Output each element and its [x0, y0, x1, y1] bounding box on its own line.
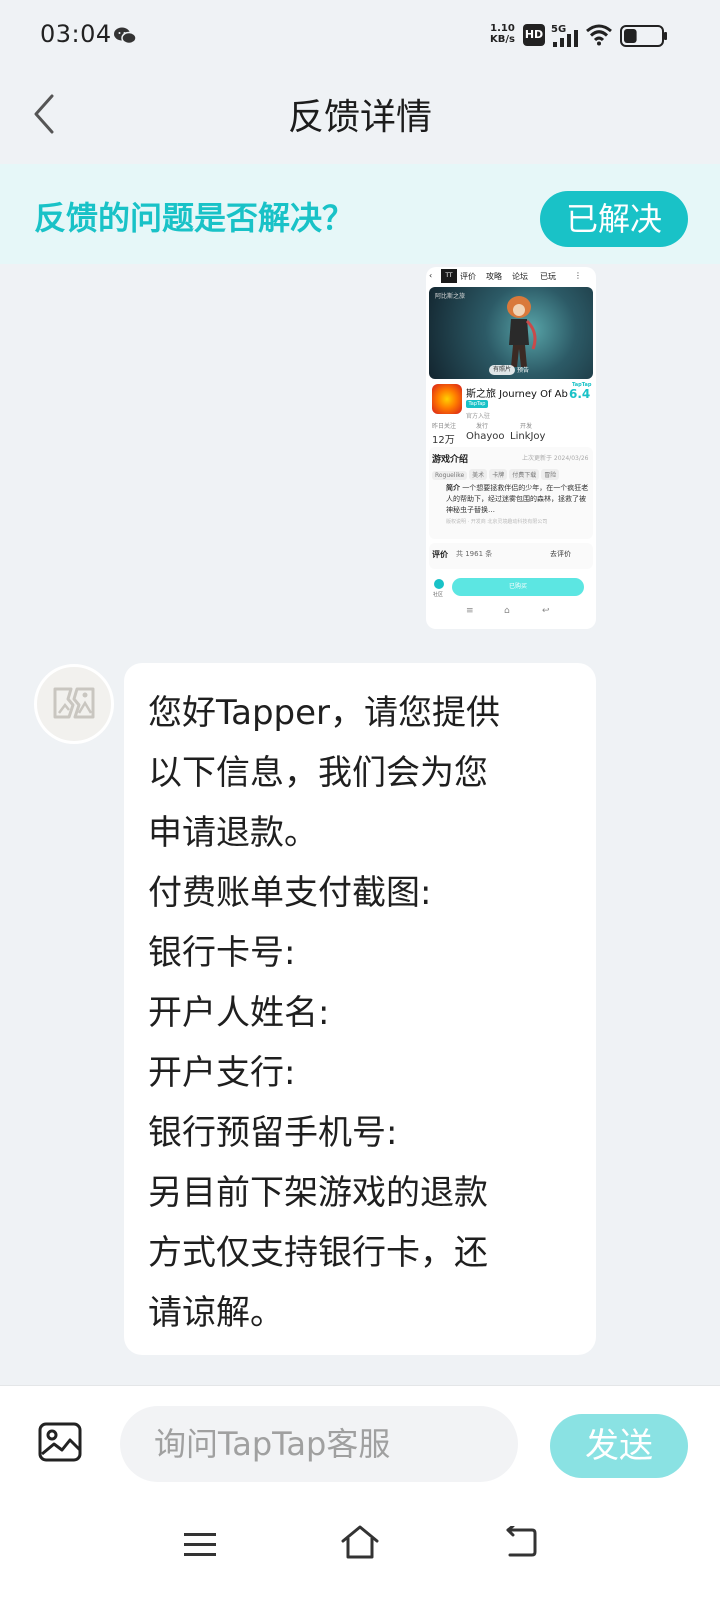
net-speed-unit: KB/s	[490, 34, 515, 45]
message-line: 方式仅支持银行卡，还	[148, 1233, 488, 1273]
message-line: 付费账单支付截图:	[148, 873, 432, 913]
att-more-icon: ⋮	[574, 271, 582, 280]
status-time: 03:04	[40, 20, 112, 48]
resolved-button[interactable]: 已解决	[540, 191, 688, 247]
header: 反馈详情	[0, 72, 720, 164]
att-banner-chip: 有照片	[489, 365, 515, 375]
att-tag: 付费下载	[509, 469, 540, 480]
support-message: 您好Tapper，请您提供 以下信息，我们会为您 申请退款。 付费账单支付截图:…	[124, 663, 596, 1355]
att-intro-footer: 版权说明 · 开发商 北京灵境趣动科技有限公司	[446, 519, 548, 525]
broken-image-icon	[53, 687, 95, 719]
att-tab-reviews: 评价	[460, 272, 476, 281]
att-intro-text: 简介 一个想要拯救伴侣的少年，在一个疯狂老人的帮助下，经过迷雾包围的森林，拯救了…	[446, 483, 590, 516]
att-community-label: 社区	[433, 592, 444, 598]
att-purchased-button: 已购买	[452, 578, 584, 596]
att-stat-label: 昨日关注	[432, 423, 457, 430]
avatar[interactable]	[34, 664, 114, 744]
att-nav-back-icon: ↩	[542, 606, 550, 616]
att-nav-home-icon: ⌂	[504, 606, 510, 616]
composer-bar: 发送	[0, 1385, 720, 1600]
att-review-link: 去评价	[550, 550, 571, 558]
att-stat-value: 12万	[432, 435, 455, 446]
message-line: 申请退款。	[148, 813, 318, 853]
battery-icon	[620, 25, 667, 47]
att-stat-label: 开发	[520, 423, 533, 430]
net-speed-value: 1.10	[490, 23, 515, 34]
att-rating: 6.4	[569, 387, 591, 401]
att-intro-date: 上次更新于 2024/03/26	[522, 455, 589, 462]
att-played: 已玩	[540, 272, 556, 281]
message-line: 您好Tapper，请您提供	[148, 693, 501, 733]
message-line: 请谅解。	[148, 1293, 284, 1333]
att-stat-value: Ohayoo	[466, 431, 505, 442]
att-tab-guides: 攻略	[486, 272, 502, 281]
back-icon[interactable]	[504, 1526, 538, 1558]
signal-label: 5G	[551, 24, 566, 35]
att-intro-title: 游戏介绍	[432, 455, 469, 465]
att-back-icon: ‹	[429, 271, 433, 280]
att-game-icon	[432, 384, 462, 414]
wechat-icon	[114, 27, 136, 45]
att-banner-character	[507, 296, 537, 367]
att-banner-chip-video: 预告	[517, 367, 530, 374]
wifi-icon	[586, 24, 612, 46]
att-nav-menu-icon: ≡	[466, 606, 474, 616]
att-banner-logo: 阿比斯之旅	[435, 293, 466, 300]
message-text: 您好Tapper，请您提供 以下信息，我们会为您 申请退款。 付费账单支付截图:…	[148, 683, 588, 1343]
att-tag: 卡牌	[489, 469, 508, 480]
att-tab-forum: 论坛	[512, 272, 528, 281]
message-line: 以下信息，我们会为您	[148, 753, 488, 793]
att-app-logo: TT	[441, 269, 457, 283]
status-bar: 03:04 1.10 KB/s HD 5G	[0, 0, 720, 72]
message-line: 开户人姓名:	[148, 993, 330, 1033]
att-intro-body: 一个想要拯救伴侣的少年，在一个疯狂老人的帮助下，经过迷雾包围的森林，拯救了被神秘…	[446, 484, 589, 514]
att-navbar: ≡ ⌂ ↩	[426, 603, 596, 623]
att-tag: 冒险	[541, 469, 560, 480]
send-button[interactable]: 发送	[550, 1414, 688, 1478]
att-review-title: 评价	[432, 550, 448, 559]
image-icon[interactable]	[38, 1422, 82, 1462]
page-title: 反馈详情	[287, 97, 432, 138]
att-tag: Roguelike	[432, 471, 468, 480]
message-input[interactable]	[120, 1406, 518, 1482]
att-topbar: ‹ TT 评价 攻略 论坛 已玩 ⋮	[426, 267, 596, 287]
att-tag: 美术	[469, 469, 488, 480]
att-game-name: 斯之旅 Journey Of Ab	[466, 389, 568, 400]
att-community-icon	[434, 579, 444, 589]
att-tags: Roguelike 美术 卡牌 付费下载 冒险	[432, 469, 596, 480]
att-stat-value: LinkJoy	[510, 431, 546, 442]
att-badge: TapTap	[466, 400, 488, 408]
att-review-count: 共 1961 条	[456, 550, 493, 558]
attached-screenshot[interactable]: ‹ TT 评价 攻略 论坛 已玩 ⋮ 阿比斯之旅 有照片 预告 斯之旅 Jour…	[426, 267, 596, 629]
message-line: 银行卡号:	[148, 933, 296, 973]
att-official-tag: 官方入驻	[466, 413, 491, 420]
net-speed: 1.10 KB/s	[490, 23, 515, 45]
message-line: 开户支行:	[148, 1053, 296, 1093]
att-stat-label: 发行	[476, 423, 489, 430]
hd-icon: HD	[523, 24, 545, 46]
att-game-banner: 阿比斯之旅 有照片 预告	[429, 287, 593, 379]
message-line: 银行预留手机号:	[148, 1113, 398, 1153]
menu-icon[interactable]	[184, 1532, 216, 1558]
message-line: 另目前下架游戏的退款	[148, 1173, 488, 1213]
home-icon[interactable]	[340, 1524, 380, 1560]
att-intro-label: 简介	[446, 484, 460, 492]
signal-icon: 5G	[551, 24, 578, 47]
resolution-question: 反馈的问题是否解决？	[34, 199, 355, 237]
